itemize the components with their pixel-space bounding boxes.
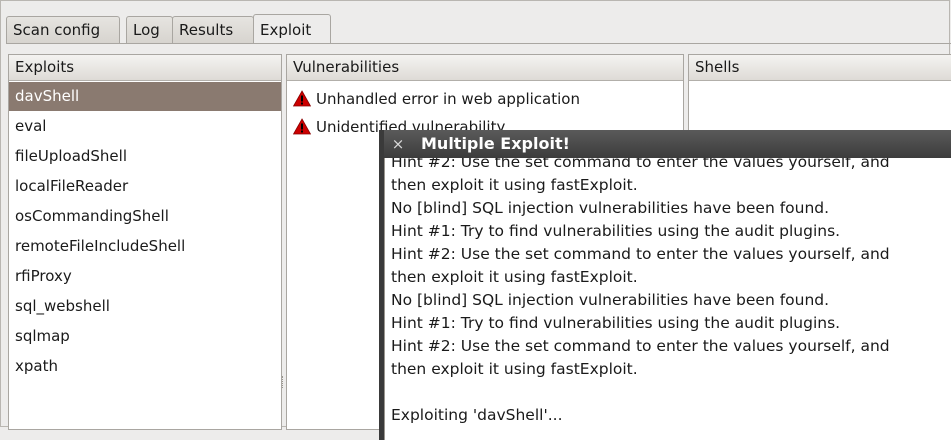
exploit-item-localfilereader[interactable]: localFileReader	[9, 171, 281, 201]
exploits-header[interactable]: Exploits	[9, 55, 281, 81]
tab-exploit[interactable]: Exploit	[253, 14, 331, 43]
exploits-list: davShell eval fileUploadShell localFileR…	[9, 82, 281, 381]
log-line: No [blind] SQL injection vulnerabilities…	[391, 291, 830, 309]
warning-icon	[293, 118, 311, 135]
vulnerabilities-header[interactable]: Vulnerabilities	[287, 55, 683, 81]
log-lines: Hint #2: Use the set command to enter th…	[391, 158, 890, 427]
dialog-title: Multiple Exploit!	[421, 134, 570, 153]
tab-scan-config[interactable]: Scan config	[6, 16, 120, 43]
log-line: Hint #1: Try to find vulnerabilities usi…	[391, 314, 841, 332]
tab-log[interactable]: Log	[126, 16, 173, 43]
shells-header[interactable]: Shells	[689, 55, 951, 81]
warning-icon	[293, 90, 311, 107]
exploit-item-fileuploadshell[interactable]: fileUploadShell	[9, 141, 281, 171]
tab-results[interactable]: Results	[172, 16, 254, 43]
vulnerability-label: Unhandled error in web application	[316, 90, 580, 108]
exploits-panel: Exploits davShell eval fileUploadShell l…	[8, 54, 282, 430]
exploit-item-davshell[interactable]: davShell	[9, 82, 281, 111]
log-line: then exploit it using fastExploit.	[391, 176, 638, 194]
log-line: then exploit it using fastExploit.	[391, 360, 638, 378]
vulnerability-item[interactable]: Unhandled error in web application	[287, 85, 683, 113]
log-line: then exploit it using fastExploit.	[391, 268, 638, 286]
log-line: Hint #2: Use the set command to enter th…	[391, 158, 890, 171]
exploit-item-sqlmap[interactable]: sqlmap	[9, 321, 281, 351]
dialog-titlebar[interactable]: × Multiple Exploit!	[384, 130, 951, 158]
log-line: Hint #2: Use the set command to enter th…	[391, 245, 890, 263]
exploit-item-xpath[interactable]: xpath	[9, 351, 281, 381]
close-icon[interactable]: ×	[390, 130, 406, 158]
exploit-item-sql-webshell[interactable]: sql_webshell	[9, 291, 281, 321]
dialog-log-area[interactable]: Hint #2: Use the set command to enter th…	[384, 158, 951, 440]
exploit-item-oscommandingshell[interactable]: osCommandingShell	[9, 201, 281, 231]
exploit-item-eval[interactable]: eval	[9, 111, 281, 141]
log-line: No [blind] SQL injection vulnerabilities…	[391, 199, 830, 217]
log-line: Hint #2: Use the set command to enter th…	[391, 337, 890, 355]
tab-divider	[6, 43, 951, 44]
multiple-exploit-dialog: × Multiple Exploit! Hint #2: Use the set…	[379, 130, 951, 440]
exploit-item-remotefileincludeshell[interactable]: remoteFileIncludeShell	[9, 231, 281, 261]
exploit-item-rfiproxy[interactable]: rfiProxy	[9, 261, 281, 291]
log-line: Exploiting 'davShell'...	[391, 406, 563, 424]
log-line: Hint #1: Try to find vulnerabilities usi…	[391, 222, 841, 240]
